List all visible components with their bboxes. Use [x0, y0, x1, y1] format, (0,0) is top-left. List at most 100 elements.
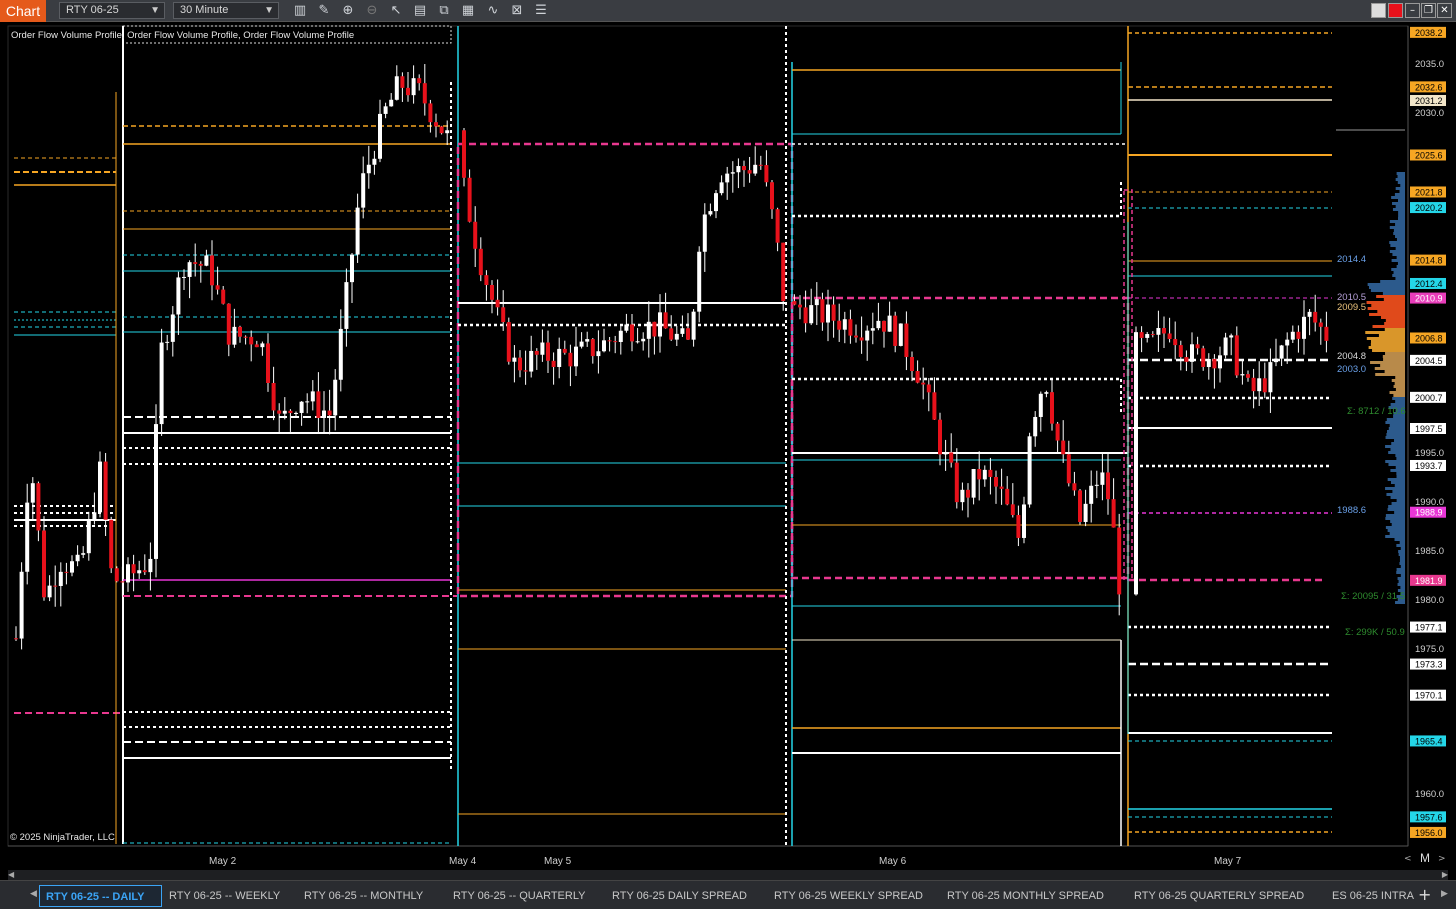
candle-body [943, 452, 948, 455]
scroll-right-icon[interactable]: ▶ [1442, 870, 1448, 880]
draw-pencil-icon[interactable]: ✎ [315, 2, 333, 20]
svg-text:1957.6: 1957.6 [1415, 812, 1443, 822]
volume-bar [1384, 370, 1405, 373]
list-icon[interactable]: ☰ [532, 2, 550, 20]
chart-tab[interactable]: Chart [0, 0, 46, 22]
candle-body [1206, 358, 1211, 367]
zoom-in-icon[interactable]: ⊕ [339, 2, 357, 20]
candle-body [1111, 499, 1116, 528]
candle-body [271, 382, 276, 411]
properties-icon[interactable]: ▤ [411, 2, 429, 20]
volume-bar [1391, 523, 1405, 526]
candle-body [702, 214, 707, 252]
strategies-icon[interactable]: ▦ [459, 2, 477, 20]
volume-bar [1393, 232, 1405, 235]
price-tag: 2010.9 [1410, 292, 1446, 304]
volume-bar [1366, 337, 1405, 340]
candle-body [579, 341, 584, 347]
tab-es-intraday[interactable]: ES 06-25 INTRAD [1332, 885, 1414, 907]
svg-text:2006.8: 2006.8 [1415, 333, 1443, 343]
candle-body [831, 304, 836, 321]
volume-bar [1385, 352, 1405, 355]
candle-body [865, 330, 870, 341]
candle-body [1178, 345, 1183, 358]
tab-rty-weekly[interactable]: RTY 06-25 -- WEEKLY [169, 885, 280, 907]
price-tick: 1975.0 [1415, 644, 1444, 655]
interval-selector[interactable]: 30 Minute ▼ [173, 2, 279, 19]
indicators-icon[interactable]: ∿ [484, 2, 502, 20]
volume-profile-session-2 [456, 26, 794, 846]
restore-button[interactable]: ❐ [1421, 3, 1436, 18]
tab-rty-weekly-spread[interactable]: RTY 06-25 WEEKLY SPREAD [774, 885, 923, 907]
candle-body [630, 324, 634, 342]
drawing-tools-icon[interactable]: ⊠ [508, 2, 526, 20]
candle-body [204, 255, 209, 266]
profile-label-6: 1988.6 [1337, 505, 1366, 516]
instrument-link-button[interactable] [1388, 3, 1403, 18]
svg-text:2031.2: 2031.2 [1415, 96, 1443, 106]
date-label: May 6 [879, 856, 907, 867]
tab-rty-daily-spread[interactable]: RTY 06-25 DAILY SPREAD [612, 885, 747, 907]
add-tab-icon[interactable]: + [1418, 884, 1431, 906]
tab-rty-daily[interactable]: RTY 06-25 -- DAILY [39, 885, 162, 907]
candle-body [1089, 485, 1094, 504]
candle-body [663, 312, 668, 329]
profile-label-1: 2014.4 [1337, 254, 1366, 265]
candle-body [355, 207, 360, 255]
candle-body [742, 166, 746, 171]
candle-body [338, 328, 343, 380]
candle-body [70, 561, 74, 573]
candle-body [1150, 334, 1155, 336]
candle-body [1134, 332, 1138, 595]
candle-body [1234, 335, 1239, 376]
candle-body [64, 571, 69, 573]
tab-rty-monthly-spread[interactable]: RTY 06-25 MONTHLY SPREAD [947, 885, 1104, 907]
horizontal-scrollbar[interactable]: ◀ ▶ [8, 870, 1448, 880]
cursor-icon[interactable]: ↖ [387, 2, 405, 20]
volume-bar [1400, 547, 1405, 550]
volume-bar [1397, 217, 1405, 220]
candle-body [960, 489, 965, 503]
volume-bar [1395, 388, 1405, 391]
volume-bar [1396, 568, 1405, 571]
minimize-button[interactable]: – [1405, 3, 1420, 18]
bar-type-icon[interactable]: ▥ [291, 2, 309, 20]
scroll-right-icon[interactable]: > [1438, 854, 1446, 864]
candle-body [1251, 377, 1256, 392]
candle-body [551, 360, 556, 367]
tab-rty-monthly[interactable]: RTY 06-25 -- MONTHLY [304, 885, 423, 907]
candle-body [495, 299, 500, 308]
tab-scroll-left-icon[interactable]: ◀ [30, 889, 37, 899]
chart-canvas[interactable]: Order Flow Volume Profile, Order Flow Vo… [0, 22, 1456, 870]
price-tag: 2031.2 [1410, 94, 1446, 106]
volume-bar [1395, 223, 1405, 226]
volume-bar [1370, 289, 1405, 292]
link-color-button[interactable] [1371, 3, 1386, 18]
tab-rty-quarterly-spread[interactable]: RTY 06-25 QUARTERLY SPREAD [1134, 885, 1304, 907]
candle-body [1195, 344, 1200, 349]
tab-scroll-right-icon[interactable]: ▶ [1441, 889, 1448, 899]
volume-bar [1396, 472, 1405, 475]
tab-rty-quarterly[interactable]: RTY 06-25 -- QUARTERLY [453, 885, 585, 907]
scroll-left-icon[interactable]: ◀ [8, 870, 14, 880]
scroll-left-icon[interactable]: < [1404, 854, 1412, 864]
price-chart[interactable]: Order Flow Volume Profile, Order Flow Vo… [0, 22, 1456, 870]
candle-body [1279, 345, 1284, 359]
candle-body [540, 342, 545, 355]
close-button[interactable]: ✕ [1437, 3, 1452, 18]
copy-icon[interactable]: ⧉ [435, 2, 453, 20]
volume-bar [1394, 439, 1405, 442]
candle-body [103, 461, 108, 520]
candle-body [506, 322, 511, 362]
volume-bar [1392, 208, 1405, 211]
candle-body [602, 340, 606, 352]
scale-mode-button[interactable]: M [1415, 851, 1435, 865]
volume-bar [1368, 346, 1405, 349]
candle-body [966, 489, 970, 498]
zoom-out-icon[interactable]: ⊖ [363, 2, 381, 20]
instrument-selector[interactable]: RTY 06-25 ▼ [59, 2, 165, 19]
svg-text:1970.1: 1970.1 [1415, 691, 1443, 701]
volume-bar [1388, 451, 1405, 454]
volume-bar [1392, 202, 1405, 205]
candle-body [1022, 504, 1026, 538]
